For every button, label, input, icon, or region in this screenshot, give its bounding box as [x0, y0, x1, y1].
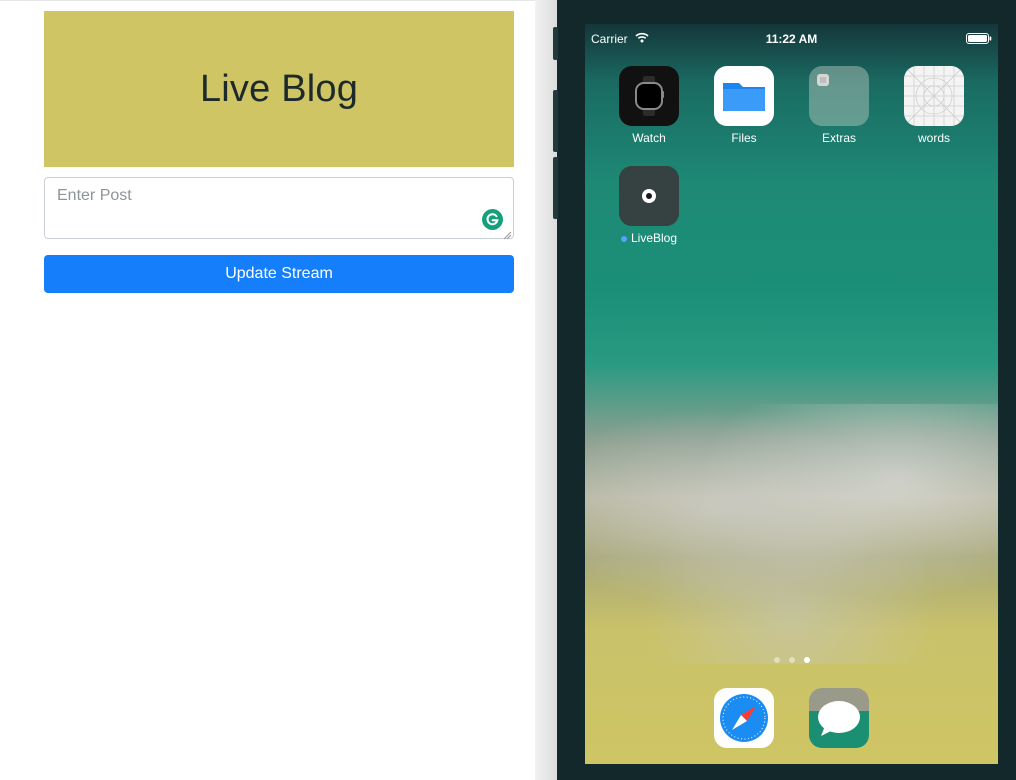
new-install-dot-icon — [620, 235, 627, 242]
record-icon — [619, 166, 679, 226]
app-label: words — [917, 131, 950, 145]
home-screen[interactable]: Carrier 11:22 AM Watch Files Extras word… — [585, 24, 998, 764]
app-words[interactable]: words — [894, 66, 974, 145]
top-divider — [0, 0, 535, 1]
wallpaper-waves — [585, 404, 998, 664]
update-stream-button[interactable]: Update Stream — [44, 255, 514, 293]
speech-bubble-icon — [809, 688, 869, 748]
app-files[interactable]: Files — [704, 66, 784, 145]
watch-icon — [619, 66, 679, 126]
post-field[interactable] — [44, 177, 514, 240]
battery-icon — [966, 33, 992, 47]
page-title: Live Blog — [199, 67, 359, 110]
page-dot — [788, 657, 795, 663]
app-watch[interactable]: Watch — [609, 66, 689, 145]
status-time: 11:22 AM — [765, 32, 818, 46]
folder-icon — [714, 66, 774, 126]
web-page: Live Blog Update Stream — [0, 0, 535, 780]
page-indicator[interactable] — [585, 657, 998, 663]
resize-handle-icon[interactable] — [502, 227, 512, 240]
volume-down-button[interactable] — [553, 157, 558, 219]
app-label-text: LiveBlog — [630, 231, 678, 245]
dock-safari[interactable] — [714, 688, 774, 748]
compass-icon — [714, 688, 774, 748]
app-label: LiveBlog — [609, 231, 689, 245]
page-dot-active — [803, 657, 810, 663]
ios-simulator: Carrier 11:22 AM Watch Files Extras word… — [553, 0, 1016, 780]
app-extras[interactable]: Extras — [799, 66, 879, 145]
app-label: Extras — [821, 131, 856, 145]
grid-icon — [904, 66, 964, 126]
folder-icon — [809, 66, 869, 126]
volume-up-button[interactable] — [553, 90, 558, 152]
status-bar: Carrier 11:22 AM — [585, 24, 998, 54]
app-liveblog[interactable]: LiveBlog — [609, 166, 689, 245]
post-input[interactable] — [45, 178, 513, 238]
app-label: Watch — [632, 131, 666, 145]
app-label: Files — [731, 131, 757, 145]
grammarly-icon[interactable] — [482, 209, 503, 230]
page-dot — [773, 657, 780, 663]
header-banner: Live Blog — [44, 11, 514, 167]
dock-messages[interactable] — [809, 688, 869, 748]
mute-switch[interactable] — [553, 27, 558, 60]
